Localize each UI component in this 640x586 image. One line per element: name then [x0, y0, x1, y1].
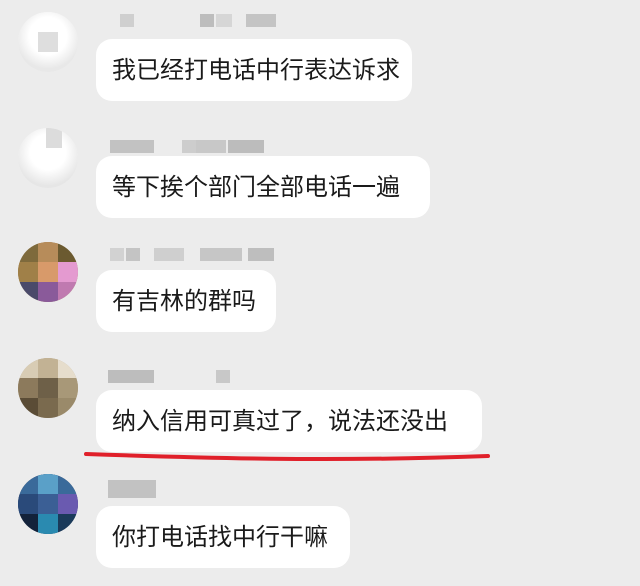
avatar[interactable] — [18, 242, 78, 302]
message-row: 我已经打电话中行表达诉求 — [0, 0, 640, 110]
chat-screen: { "messages": [ {"id": "m1", "sender_hid… — [0, 0, 640, 586]
message-row: 你打电话找中行干嘛 — [0, 472, 640, 586]
message-row: 纳入信用可真过了，说法还没出 — [0, 356, 640, 466]
message-row: 等下挨个部门全部电话一遍 — [0, 120, 640, 230]
message-bubble[interactable]: 我已经打电话中行表达诉求 — [96, 39, 412, 101]
red-underline — [84, 452, 490, 462]
avatar[interactable] — [18, 474, 78, 534]
avatar[interactable] — [18, 128, 78, 188]
message-bubble[interactable]: 等下挨个部门全部电话一遍 — [96, 156, 430, 218]
message-row: 有吉林的群吗 — [0, 238, 640, 348]
avatar[interactable] — [18, 12, 78, 72]
message-bubble[interactable]: 你打电话找中行干嘛 — [96, 506, 350, 568]
message-bubble[interactable]: 有吉林的群吗 — [96, 270, 276, 332]
